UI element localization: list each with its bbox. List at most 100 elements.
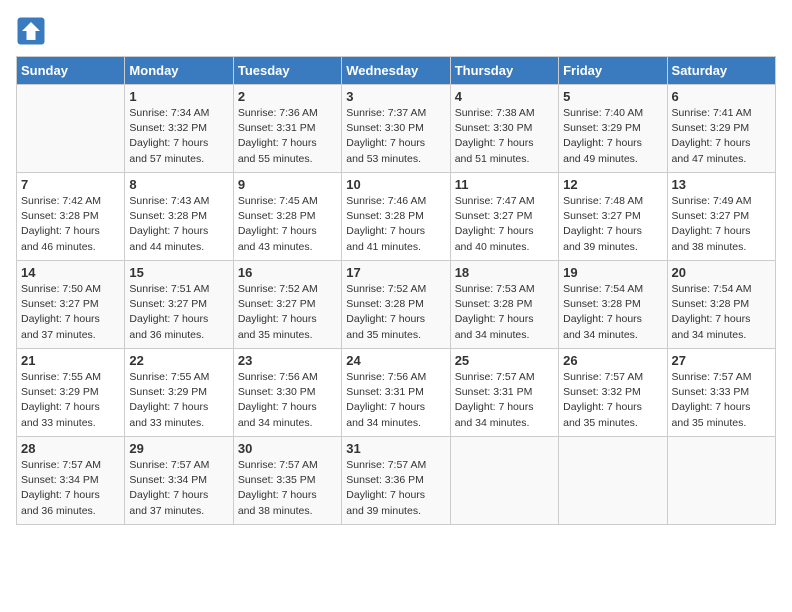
calendar-header-row: SundayMondayTuesdayWednesdayThursdayFrid… xyxy=(17,57,776,85)
calendar-table: SundayMondayTuesdayWednesdayThursdayFrid… xyxy=(16,56,776,525)
day-number: 18 xyxy=(455,265,554,280)
day-number: 6 xyxy=(672,89,771,104)
calendar-cell: 13 Sunrise: 7:49 AM Sunset: 3:27 PM Dayli… xyxy=(667,173,775,261)
calendar-cell: 20 Sunrise: 7:54 AM Sunset: 3:28 PM Dayli… xyxy=(667,261,775,349)
day-number: 4 xyxy=(455,89,554,104)
day-number: 30 xyxy=(238,441,337,456)
day-number: 29 xyxy=(129,441,228,456)
cell-info: Sunrise: 7:56 AM Sunset: 3:30 PM Dayligh… xyxy=(238,370,337,431)
cell-info: Sunrise: 7:57 AM Sunset: 3:34 PM Dayligh… xyxy=(129,458,228,519)
calendar-cell: 18 Sunrise: 7:53 AM Sunset: 3:28 PM Dayli… xyxy=(450,261,558,349)
day-number: 28 xyxy=(21,441,120,456)
calendar-cell: 3 Sunrise: 7:37 AM Sunset: 3:30 PM Daylig… xyxy=(342,85,450,173)
day-number: 8 xyxy=(129,177,228,192)
day-number: 5 xyxy=(563,89,662,104)
cell-info: Sunrise: 7:57 AM Sunset: 3:36 PM Dayligh… xyxy=(346,458,445,519)
col-header-thursday: Thursday xyxy=(450,57,558,85)
day-number: 3 xyxy=(346,89,445,104)
cell-info: Sunrise: 7:45 AM Sunset: 3:28 PM Dayligh… xyxy=(238,194,337,255)
cell-info: Sunrise: 7:57 AM Sunset: 3:31 PM Dayligh… xyxy=(455,370,554,431)
cell-info: Sunrise: 7:57 AM Sunset: 3:35 PM Dayligh… xyxy=(238,458,337,519)
cell-info: Sunrise: 7:54 AM Sunset: 3:28 PM Dayligh… xyxy=(563,282,662,343)
cell-info: Sunrise: 7:55 AM Sunset: 3:29 PM Dayligh… xyxy=(129,370,228,431)
cell-info: Sunrise: 7:51 AM Sunset: 3:27 PM Dayligh… xyxy=(129,282,228,343)
day-number: 10 xyxy=(346,177,445,192)
calendar-cell: 28 Sunrise: 7:57 AM Sunset: 3:34 PM Dayli… xyxy=(17,437,125,525)
day-number: 20 xyxy=(672,265,771,280)
calendar-cell: 2 Sunrise: 7:36 AM Sunset: 3:31 PM Daylig… xyxy=(233,85,341,173)
cell-info: Sunrise: 7:57 AM Sunset: 3:34 PM Dayligh… xyxy=(21,458,120,519)
day-number: 24 xyxy=(346,353,445,368)
calendar-cell: 22 Sunrise: 7:55 AM Sunset: 3:29 PM Dayli… xyxy=(125,349,233,437)
calendar-cell: 7Sunrise: 7:42 AM Sunset: 3:28 PM Daylig… xyxy=(17,173,125,261)
day-number: 13 xyxy=(672,177,771,192)
col-header-saturday: Saturday xyxy=(667,57,775,85)
calendar-cell: 26Sunrise: 7:57 AM Sunset: 3:32 PM Dayli… xyxy=(559,349,667,437)
calendar-cell: 8 Sunrise: 7:43 AM Sunset: 3:28 PM Daylig… xyxy=(125,173,233,261)
col-header-sunday: Sunday xyxy=(17,57,125,85)
day-number: 22 xyxy=(129,353,228,368)
day-number: 7 xyxy=(21,177,120,192)
cell-info: Sunrise: 7:52 AM Sunset: 3:28 PM Dayligh… xyxy=(346,282,445,343)
calendar-cell: 5 Sunrise: 7:40 AM Sunset: 3:29 PM Daylig… xyxy=(559,85,667,173)
day-number: 26 xyxy=(563,353,662,368)
calendar-cell: 1 Sunrise: 7:34 AM Sunset: 3:32 PM Daylig… xyxy=(125,85,233,173)
calendar-week-2: 7Sunrise: 7:42 AM Sunset: 3:28 PM Daylig… xyxy=(17,173,776,261)
cell-info: Sunrise: 7:52 AM Sunset: 3:27 PM Dayligh… xyxy=(238,282,337,343)
calendar-cell xyxy=(559,437,667,525)
calendar-week-5: 28 Sunrise: 7:57 AM Sunset: 3:34 PM Dayli… xyxy=(17,437,776,525)
logo-icon xyxy=(16,16,46,46)
calendar-cell: 25 Sunrise: 7:57 AM Sunset: 3:31 PM Dayli… xyxy=(450,349,558,437)
calendar-cell: 9 Sunrise: 7:45 AM Sunset: 3:28 PM Daylig… xyxy=(233,173,341,261)
logo xyxy=(16,16,50,46)
calendar-cell: 16 Sunrise: 7:52 AM Sunset: 3:27 PM Dayli… xyxy=(233,261,341,349)
day-number: 1 xyxy=(129,89,228,104)
day-number: 12 xyxy=(563,177,662,192)
cell-info: Sunrise: 7:43 AM Sunset: 3:28 PM Dayligh… xyxy=(129,194,228,255)
calendar-cell: 30 Sunrise: 7:57 AM Sunset: 3:35 PM Dayli… xyxy=(233,437,341,525)
calendar-cell: 21 Sunrise: 7:55 AM Sunset: 3:29 PM Dayli… xyxy=(17,349,125,437)
cell-info: Sunrise: 7:49 AM Sunset: 3:27 PM Dayligh… xyxy=(672,194,771,255)
day-number: 27 xyxy=(672,353,771,368)
calendar-cell: 12 Sunrise: 7:48 AM Sunset: 3:27 PM Dayli… xyxy=(559,173,667,261)
col-header-wednesday: Wednesday xyxy=(342,57,450,85)
cell-info: Sunrise: 7:34 AM Sunset: 3:32 PM Dayligh… xyxy=(129,106,228,167)
calendar-cell: 23Sunrise: 7:56 AM Sunset: 3:30 PM Dayli… xyxy=(233,349,341,437)
cell-info: Sunrise: 7:56 AM Sunset: 3:31 PM Dayligh… xyxy=(346,370,445,431)
cell-info: Sunrise: 7:54 AM Sunset: 3:28 PM Dayligh… xyxy=(672,282,771,343)
day-number: 25 xyxy=(455,353,554,368)
cell-info: Sunrise: 7:38 AM Sunset: 3:30 PM Dayligh… xyxy=(455,106,554,167)
calendar-cell: 11 Sunrise: 7:47 AM Sunset: 3:27 PM Dayli… xyxy=(450,173,558,261)
calendar-cell: 31Sunrise: 7:57 AM Sunset: 3:36 PM Dayli… xyxy=(342,437,450,525)
cell-info: Sunrise: 7:57 AM Sunset: 3:33 PM Dayligh… xyxy=(672,370,771,431)
calendar-cell: 27 Sunrise: 7:57 AM Sunset: 3:33 PM Dayli… xyxy=(667,349,775,437)
calendar-cell: 4 Sunrise: 7:38 AM Sunset: 3:30 PM Daylig… xyxy=(450,85,558,173)
page-header xyxy=(16,16,776,46)
day-number: 11 xyxy=(455,177,554,192)
calendar-cell: 10 Sunrise: 7:46 AM Sunset: 3:28 PM Dayli… xyxy=(342,173,450,261)
calendar-week-3: 14Sunrise: 7:50 AM Sunset: 3:27 PM Dayli… xyxy=(17,261,776,349)
day-number: 21 xyxy=(21,353,120,368)
calendar-cell: 19 Sunrise: 7:54 AM Sunset: 3:28 PM Dayli… xyxy=(559,261,667,349)
cell-info: Sunrise: 7:46 AM Sunset: 3:28 PM Dayligh… xyxy=(346,194,445,255)
day-number: 19 xyxy=(563,265,662,280)
col-header-monday: Monday xyxy=(125,57,233,85)
calendar-cell: 6Sunrise: 7:41 AM Sunset: 3:29 PM Daylig… xyxy=(667,85,775,173)
cell-info: Sunrise: 7:40 AM Sunset: 3:29 PM Dayligh… xyxy=(563,106,662,167)
calendar-cell: 24 Sunrise: 7:56 AM Sunset: 3:31 PM Dayli… xyxy=(342,349,450,437)
calendar-cell xyxy=(17,85,125,173)
day-number: 9 xyxy=(238,177,337,192)
cell-info: Sunrise: 7:36 AM Sunset: 3:31 PM Dayligh… xyxy=(238,106,337,167)
cell-info: Sunrise: 7:37 AM Sunset: 3:30 PM Dayligh… xyxy=(346,106,445,167)
day-number: 16 xyxy=(238,265,337,280)
calendar-cell xyxy=(450,437,558,525)
day-number: 2 xyxy=(238,89,337,104)
col-header-friday: Friday xyxy=(559,57,667,85)
calendar-cell: 14Sunrise: 7:50 AM Sunset: 3:27 PM Dayli… xyxy=(17,261,125,349)
cell-info: Sunrise: 7:47 AM Sunset: 3:27 PM Dayligh… xyxy=(455,194,554,255)
calendar-week-4: 21 Sunrise: 7:55 AM Sunset: 3:29 PM Dayli… xyxy=(17,349,776,437)
cell-info: Sunrise: 7:55 AM Sunset: 3:29 PM Dayligh… xyxy=(21,370,120,431)
cell-info: Sunrise: 7:53 AM Sunset: 3:28 PM Dayligh… xyxy=(455,282,554,343)
cell-info: Sunrise: 7:48 AM Sunset: 3:27 PM Dayligh… xyxy=(563,194,662,255)
day-number: 17 xyxy=(346,265,445,280)
